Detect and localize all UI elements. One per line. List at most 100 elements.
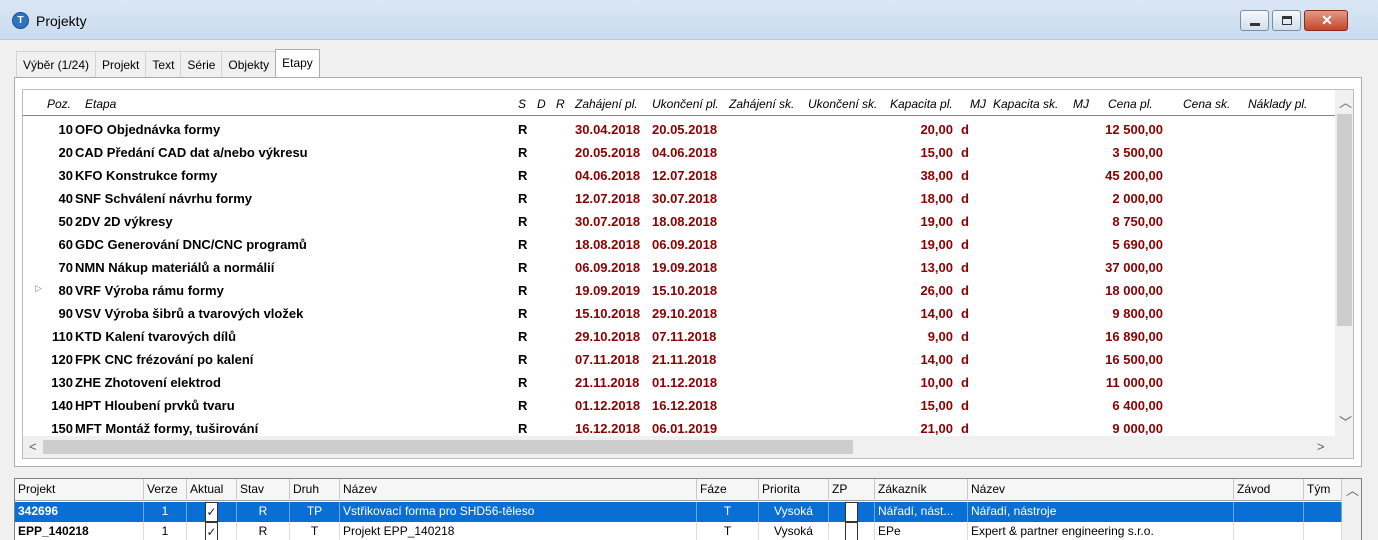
etapa-cell-zah: 21.11.2018	[575, 375, 640, 390]
etapa-row[interactable]: 50 2DV 2D výkresy R 30.07.2018 18.08.2018 19,…	[23, 210, 1335, 233]
col-zavod[interactable]: Závod	[1234, 479, 1304, 501]
etapa-cell-cena: 9 000,00	[1112, 421, 1163, 436]
scroll-left-icon[interactable]: <	[29, 440, 37, 454]
etapa-row[interactable]: 140 HPT Hloubení prvků tvaru R 01.12.2018 16…	[23, 394, 1335, 417]
projekt-cell-aktual: ✓	[187, 502, 237, 522]
etapy-vertical-scrollbar[interactable]: ︿ ﹀	[1335, 90, 1353, 436]
col-projekt[interactable]: Projekt	[15, 479, 144, 501]
projekty-header-row: Projekt Verze Aktual Stav Druh Název Fáz…	[15, 479, 1342, 501]
col-ukonceni-pl[interactable]: Ukončení pl.	[652, 97, 719, 111]
projekt-cell-druh: TP	[290, 502, 340, 522]
etapa-cell-mj: d	[961, 306, 969, 321]
tab-vyber[interactable]: Výběr (1/24)	[16, 51, 97, 77]
etapa-row[interactable]: ▷ 80 VRF Výroba rámu formy R 19.09.2019 15.10…	[23, 279, 1335, 302]
etapa-row[interactable]: 60 GDC Generování DNC/CNC programů R 18.08.…	[23, 233, 1335, 256]
etapa-cell-etapa: ZHE Zhotovení elektrod	[75, 375, 221, 390]
etapy-vertical-scroll-thumb[interactable]	[1337, 114, 1352, 326]
col-s[interactable]: S	[518, 97, 526, 111]
etapy-horizontal-scrollbar[interactable]: < >	[23, 436, 1335, 458]
col-zp[interactable]: ZP	[829, 479, 875, 501]
tab-serie[interactable]: Série	[180, 51, 223, 77]
close-button[interactable]: ✕	[1304, 10, 1348, 31]
col-zakaznik[interactable]: Zákazník	[875, 479, 968, 501]
etapa-cell-cena: 16 890,00	[1105, 329, 1163, 344]
col-stav[interactable]: Stav	[237, 479, 290, 501]
tab-etapy[interactable]: Etapy	[275, 49, 320, 78]
etapa-cell-zah: 29.10.2018	[575, 329, 641, 344]
col-naklady-pl[interactable]: Náklady pl.	[1248, 97, 1307, 111]
etapa-row[interactable]: 40 SNF Schválení návrhu formy R 12.07.2018 3…	[23, 187, 1335, 210]
etapa-row[interactable]: 110 KTD Kalení tvarových dílů R 29.10.2018 0…	[23, 325, 1335, 348]
etapy-grid[interactable]: Poz. Etapa S D R Zahájení pl. Ukončení p…	[22, 89, 1354, 459]
etapy-horizontal-scroll-thumb[interactable]	[43, 440, 853, 454]
col-aktual[interactable]: Aktual	[187, 479, 237, 501]
etapa-row[interactable]: 120 FPK CNC frézování po kalení R 07.11.201…	[23, 348, 1335, 371]
projekt-cell-tym	[1304, 502, 1342, 522]
etapa-cell-zah: 30.04.2018	[575, 122, 641, 137]
col-nazev[interactable]: Název	[340, 479, 697, 501]
etapa-cell-uk: 16.12.2018	[652, 398, 718, 413]
col-poz[interactable]: Poz.	[47, 97, 71, 111]
projekt-cell-zakaznik: EPe	[875, 522, 968, 540]
etapa-row[interactable]: 150 MFT Montáž formy, tuširování R 16.12.20…	[23, 417, 1335, 436]
zp-checkbox[interactable]	[845, 502, 858, 522]
col-cena-sk[interactable]: Cena sk.	[1183, 97, 1230, 111]
etapa-cell-uk: 06.01.2019	[652, 421, 718, 436]
current-row-icon: ▷	[35, 283, 42, 293]
projekt-cell-zp	[829, 522, 875, 540]
etapa-cell-cena: 11 000,00	[1105, 375, 1163, 390]
projekty-grid[interactable]: Projekt Verze Aktual Stav Druh Název Fáz…	[14, 478, 1362, 540]
scroll-up-icon[interactable]: ︿	[1339, 96, 1352, 110]
col-mj2[interactable]: MJ	[1073, 97, 1089, 111]
col-mj[interactable]: MJ	[970, 97, 986, 111]
projekty-vertical-scrollbar[interactable]: ︿	[1342, 479, 1361, 540]
etapa-cell-poz: 30	[58, 168, 73, 183]
col-tym[interactable]: Tým	[1304, 479, 1342, 501]
col-d[interactable]: D	[537, 97, 546, 111]
etapa-row[interactable]: 90 VSV Výroba šibrů a tvarových vložek R 15…	[23, 302, 1335, 325]
aktual-checkbox[interactable]: ✓	[205, 502, 218, 522]
etapa-row[interactable]: 10 OFO Objednávka formy R 30.04.2018 20.05.2…	[23, 118, 1335, 141]
etapa-row[interactable]: 20 CAD Předání CAD dat a/nebo výkresu R 20.…	[23, 141, 1335, 164]
projekt-row[interactable]: EPP_140218 1 ✓ R T Projekt EPP_140218 T Vysoká E…	[15, 522, 1342, 540]
zp-checkbox[interactable]	[845, 522, 858, 540]
scroll-down-icon[interactable]: ﹀	[1339, 416, 1352, 430]
etapa-row[interactable]: 30 KFO Konstrukce formy R 04.06.2018 12.07.2…	[23, 164, 1335, 187]
col-nazev-zakaznika[interactable]: Název	[968, 479, 1234, 501]
col-r[interactable]: R	[556, 97, 565, 111]
scroll-right-icon[interactable]: >	[1317, 440, 1325, 454]
aktual-checkbox[interactable]: ✓	[205, 522, 218, 540]
projekt-row[interactable]: 342696 1 ✓ R TP Vstřikovací forma pro SHD56-t…	[15, 502, 1342, 522]
maximize-button[interactable]	[1272, 10, 1301, 31]
col-kapacita-sk[interactable]: Kapacita sk.	[993, 97, 1058, 111]
col-druh[interactable]: Druh	[290, 479, 340, 501]
scroll-up-icon[interactable]: ︿	[1346, 484, 1359, 498]
etapa-cell-etapa: OFO Objednávka formy	[75, 122, 221, 137]
col-ukonceni-sk[interactable]: Ukončení sk.	[808, 97, 877, 111]
etapa-row[interactable]: 130 ZHE Zhotovení elektrod R 21.11.2018 01.1…	[23, 371, 1335, 394]
col-cena-pl[interactable]: Cena pl.	[1108, 97, 1153, 111]
etapa-cell-cena: 16 500,00	[1105, 352, 1163, 367]
etapa-cell-kap: 26,00	[920, 283, 953, 298]
projekt-cell-aktual: ✓	[187, 522, 237, 540]
minimize-button[interactable]	[1240, 10, 1269, 31]
tab-text[interactable]: Text	[145, 51, 182, 77]
projekt-cell-zakaznik: Nářadí, nást...	[875, 502, 968, 522]
projekt-cell-zp	[829, 502, 875, 522]
etapa-cell-poz: 70	[58, 260, 73, 275]
col-verze[interactable]: Verze	[144, 479, 187, 501]
etapa-cell-kap: 9,00	[927, 329, 953, 344]
col-priorita[interactable]: Priorita	[759, 479, 829, 501]
tab-projekt[interactable]: Projekt	[95, 51, 147, 77]
col-kapacita-pl[interactable]: Kapacita pl.	[890, 97, 953, 111]
etapa-cell-zah: 20.05.2018	[575, 145, 641, 160]
projekt-cell-verze: 1	[144, 522, 187, 540]
app-logo-icon: T	[12, 12, 29, 29]
col-zahajeni-sk[interactable]: Zahájení sk.	[729, 97, 794, 111]
etapa-row[interactable]: 70 NMN Nákup materiálů a normálií R 06.09.2…	[23, 256, 1335, 279]
col-zahajeni-pl[interactable]: Zahájení pl.	[575, 97, 638, 111]
col-etapa[interactable]: Etapa	[85, 97, 116, 111]
etapa-cell-r: R	[518, 329, 528, 344]
col-faze[interactable]: Fáze	[697, 479, 759, 501]
tab-objekty[interactable]: Objekty	[221, 51, 277, 77]
